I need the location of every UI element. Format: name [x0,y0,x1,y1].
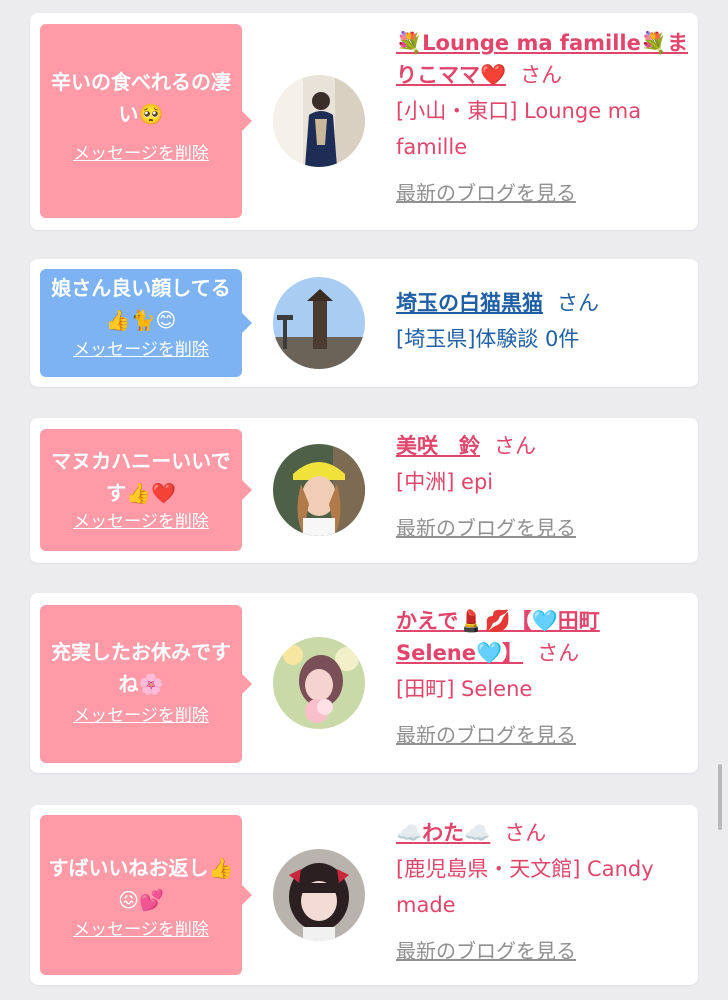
user-info: 美咲 鈴さん [中洲] epi 最新のブログを見る [396,430,692,541]
san-suffix: さん [504,821,547,845]
user-info: 埼玉の白猫黒猫 さん [埼玉県]体験談 0件 [396,287,692,357]
delete-message-link[interactable]: メッセージを削除 [73,142,209,166]
san-suffix: さん [537,641,580,665]
delete-message-link[interactable]: メッセージを削除 [73,510,209,534]
user-info: ☁️わた☁️ さん [鹿児島県・天文館] Candy made 最新のブログを見る [396,817,692,964]
latest-blog-link[interactable]: 最新のブログを見る [396,935,576,964]
latest-blog-link[interactable]: 最新のブログを見る [396,177,576,206]
avatar[interactable] [273,277,365,369]
delete-message-link[interactable]: メッセージを削除 [73,338,209,362]
message-text: すばいいねお返し👍😖💕 [48,856,234,912]
user-info: かえで💄💋【🩵田町Selene🩵】 さん [田町] Selene 最新のブログを見… [396,605,692,748]
shop-info: [埼玉県]体験談 0件 [396,327,580,351]
message-card: 充実したお休みですね🌸 メッセージを削除 かえで💄💋【🩵田町Selene🩵】 さん… [30,593,698,773]
delete-message-link[interactable]: メッセージを削除 [73,704,209,728]
message-bubble: 辛いの食べれるの凄い🥺 メッセージを削除 [40,24,252,218]
message-bubble: マヌカハニーいいです👍❤️ メッセージを削除 [40,429,252,551]
avatar-photo [273,277,365,369]
san-suffix: さん [557,291,599,315]
message-text: マヌカハニーいいです👍❤️ [51,449,231,505]
shop-info: [中洲] epi [396,470,494,494]
message-text: 娘さん良い顔してる👍🐈😊 [51,276,231,332]
message-text: 辛いの食べれるの凄い🥺 [51,70,231,126]
avatar-photo [273,849,365,941]
message-card: すばいいねお返し👍😖💕 メッセージを削除 ☁️わた☁️ さん [鹿児島県・天文館]… [30,805,698,985]
scrollbar-thumb[interactable] [718,764,722,830]
avatar[interactable] [273,637,365,729]
avatar-photo [273,637,365,729]
avatar[interactable] [273,75,365,167]
message-card: 辛いの食べれるの凄い🥺 メッセージを削除 💐Lounge ma famille💐… [30,13,698,230]
message-bubble: 娘さん良い顔してる👍🐈😊 メッセージを削除 [40,269,252,377]
san-suffix: さん [494,434,536,458]
shop-info: [田町] Selene [396,677,533,701]
san-suffix: さん [520,63,563,87]
message-text: 充実したお休みですね🌸 [51,640,231,696]
user-name-link[interactable]: 美咲 鈴 [396,434,480,458]
user-info: 💐Lounge ma famille💐まりこママ❤️ さん [小山・東口] Lou… [396,27,692,206]
message-bubble: すばいいねお返し👍😖💕 メッセージを削除 [40,815,252,975]
shop-info: [小山・東口] Lounge ma famille [396,99,642,159]
latest-blog-link[interactable]: 最新のブログを見る [396,512,576,541]
delete-message-link[interactable]: メッセージを削除 [73,918,209,942]
message-bubble: 充実したお休みですね🌸 メッセージを削除 [40,605,252,763]
user-name-link[interactable]: 埼玉の白猫黒猫 [396,291,543,315]
avatar[interactable] [273,444,365,536]
avatar-photo [273,444,365,536]
message-card: 娘さん良い顔してる👍🐈😊 メッセージを削除 埼玉の白猫黒猫 さん [埼玉県]体験談… [30,259,698,387]
latest-blog-link[interactable]: 最新のブログを見る [396,719,576,748]
avatar-photo [273,75,365,167]
shop-info: [鹿児島県・天文館] Candy made [396,857,654,917]
avatar[interactable] [273,849,365,941]
user-name-link[interactable]: ☁️わた☁️ [396,821,490,845]
message-card: マヌカハニーいいです👍❤️ メッセージを削除 美咲 鈴さん [中洲] epi 最… [30,418,698,563]
